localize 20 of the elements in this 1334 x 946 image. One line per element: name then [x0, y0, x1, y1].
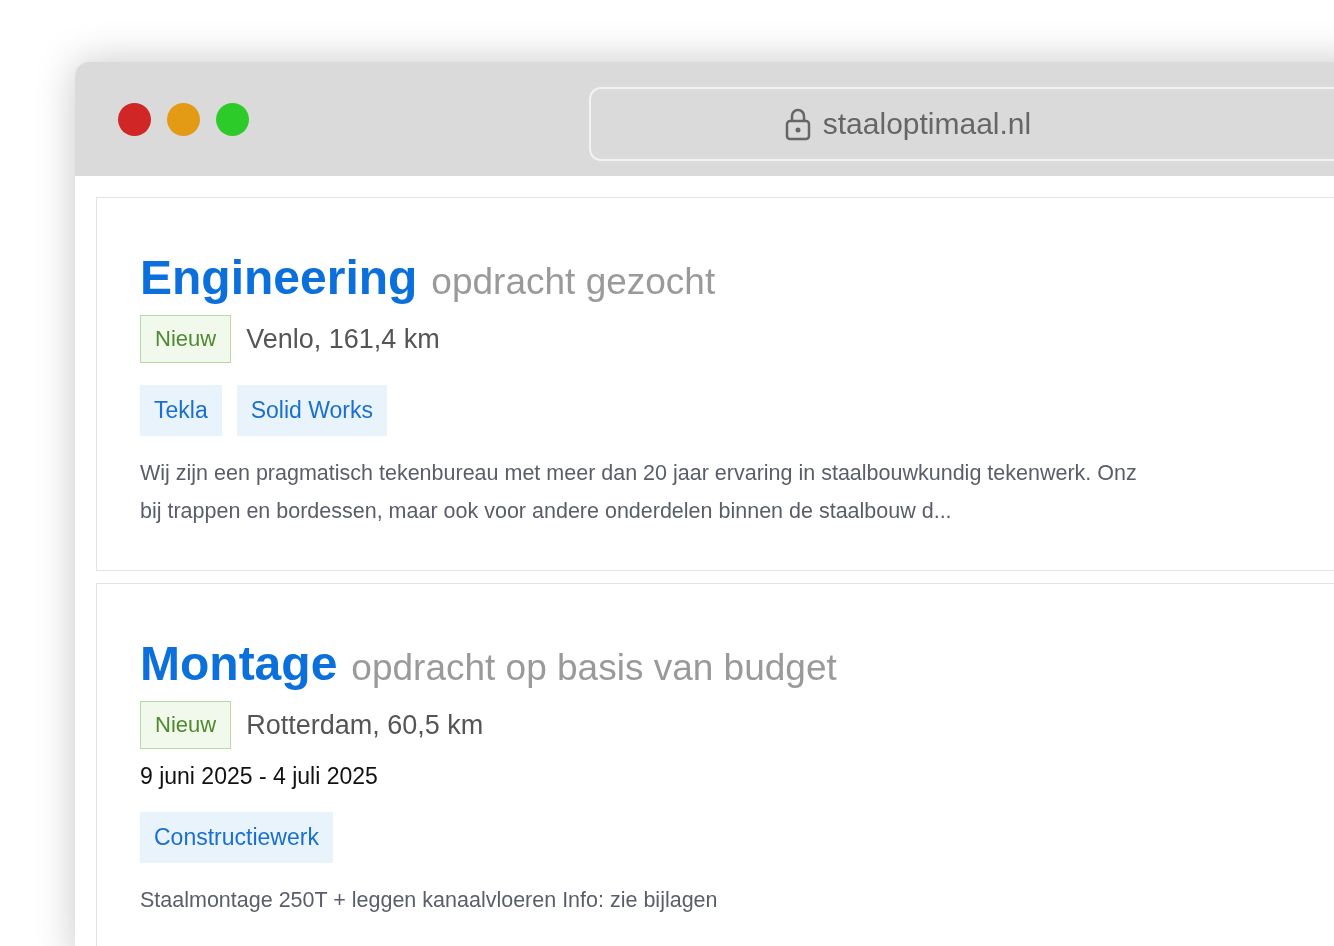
address-bar[interactable]: staaloptimaal.nl [589, 87, 1334, 161]
new-badge: Nieuw [140, 701, 232, 749]
skill-tag: Tekla [140, 385, 222, 436]
close-button[interactable] [118, 102, 151, 136]
job-description: Wij zijn een pragmatisch tekenbureau met meer dan 20 jaar ervaring in staalbouwkundig tekenwerk. Onz bij trappen en bordessen, maar ook voor andere onderdelen binnen de staalbouw d... [140, 460, 1138, 525]
maximize-button[interactable] [216, 102, 249, 136]
location-text: Venlo, 161,4 km [246, 323, 440, 355]
location-text: Rotterdam, 60,5 km [246, 709, 484, 741]
minimize-button[interactable] [167, 102, 200, 136]
job-title[interactable]: Engineering [140, 250, 418, 305]
new-badge: Nieuw [140, 315, 232, 363]
skill-tag: Solid Works [236, 385, 387, 436]
job-subtitle: opdracht gezocht [431, 261, 716, 303]
lock-icon [784, 107, 811, 141]
job-subtitle: opdracht op basis van budget [351, 647, 837, 689]
job-description: Staalmontage 250T + leggen kanaalvloeren Info: zie bijlagen [140, 887, 719, 914]
skill-tag: Constructiewerk [140, 812, 333, 863]
date-range: 9 juni 2025 - 4 juli 2025 [140, 763, 379, 790]
job-title[interactable]: Montage [140, 636, 338, 691]
url-text: staaloptimaal.nl [822, 107, 1032, 141]
